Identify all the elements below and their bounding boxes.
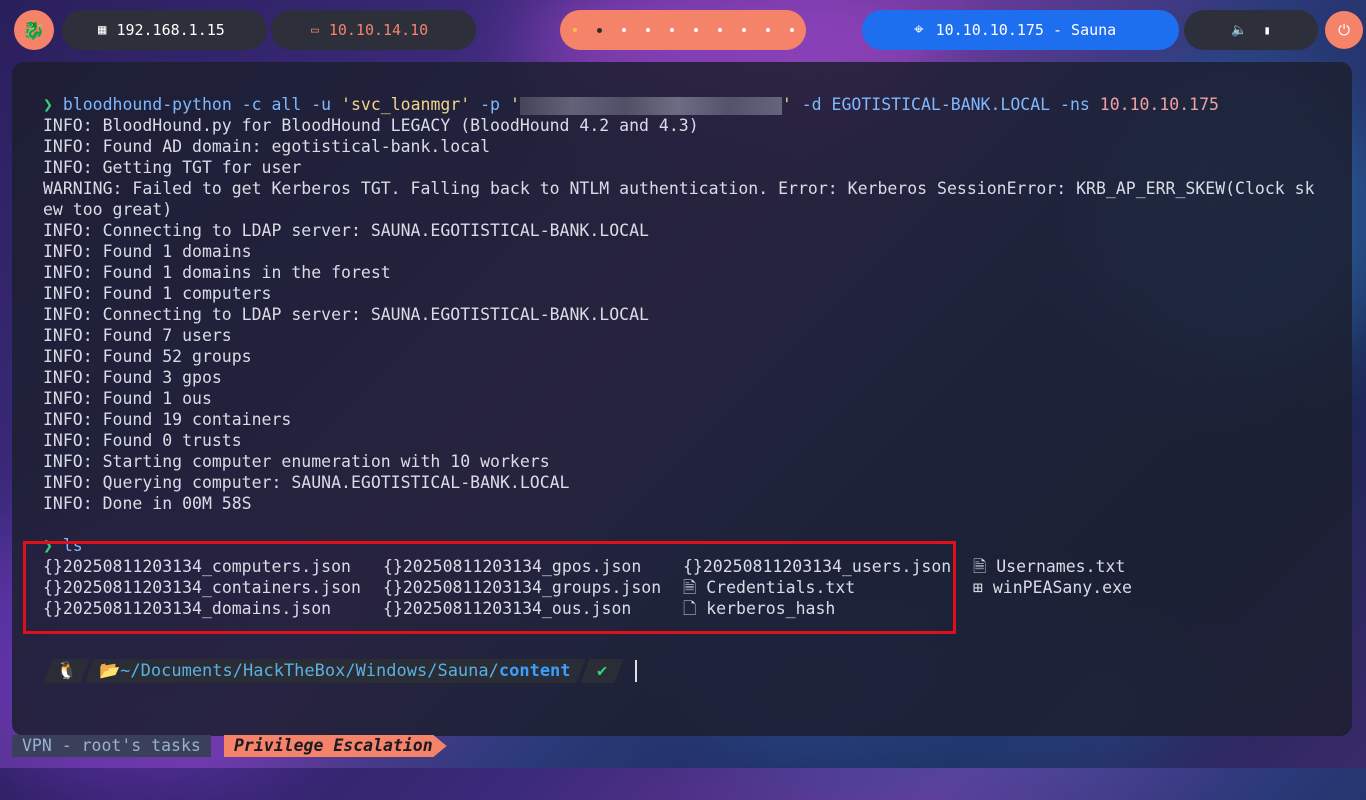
output-line: INFO: Found 1 domains bbox=[43, 242, 252, 261]
output-line: INFO: Found 0 trusts bbox=[43, 431, 242, 450]
command-line: ❯ bloodhound-python -c all -u 'svc_loanm… bbox=[43, 94, 1219, 115]
path-text: 📂~/Documents/HackTheBox/Windows/Sauna/co… bbox=[99, 661, 571, 681]
file-name: Usernames.txt bbox=[996, 557, 1126, 576]
power-icon: ⏻ bbox=[1338, 21, 1350, 39]
password-quote: ' bbox=[781, 95, 792, 114]
status-segment: ✔ bbox=[580, 659, 624, 683]
output-line: INFO: BloodHound.py for BloodHound LEGAC… bbox=[43, 116, 699, 135]
top-panel: 🐉 ▦ 192.168.1.15 ▭ 10.10.14.10 ⌖ 10.10.1… bbox=[0, 0, 1366, 62]
folder-icon: 📂 bbox=[99, 661, 121, 681]
file-entry: ⊞ winPEASany.exe bbox=[973, 577, 1132, 598]
shell-prompt: 🐧 📂~/Documents/HackTheBox/Windows/Sauna/… bbox=[43, 659, 637, 683]
workspace-6-dot[interactable] bbox=[693, 28, 698, 32]
workspace-5-dot[interactable] bbox=[669, 28, 674, 32]
vpn-ip-pill[interactable]: ▭ 10.10.14.10 bbox=[271, 10, 476, 50]
tmux-active-window[interactable]: Privilege Escalation bbox=[224, 735, 447, 757]
volume-icon[interactable]: 🔈 bbox=[1231, 23, 1247, 38]
output-line: WARNING: Failed to get Kerberos TGT. Fal… bbox=[43, 179, 1315, 198]
path-prefix: ~/Documents/HackTheBox/Windows/Sauna/ bbox=[120, 661, 500, 681]
command-args: -p bbox=[470, 95, 510, 114]
command-args: -c all -u bbox=[231, 95, 342, 114]
ethernet-icon: ▦ bbox=[98, 22, 107, 38]
tmux-session-label: VPN - root's tasks bbox=[12, 735, 211, 757]
redacted-password bbox=[519, 96, 782, 115]
password-quote: ' bbox=[509, 95, 520, 114]
workspace-10-dot[interactable] bbox=[789, 28, 794, 32]
workspace-4-dot[interactable] bbox=[645, 28, 650, 32]
workspace-1-dot[interactable] bbox=[572, 28, 577, 32]
output-line: INFO: Querying computer: SAUNA.EGOTISTIC… bbox=[43, 473, 570, 492]
command-args: -d EGOTISTICAL-BANK.LOCAL -ns bbox=[791, 95, 1100, 114]
workspace-8-dot[interactable] bbox=[741, 28, 746, 32]
output-line: INFO: Found 52 groups bbox=[43, 347, 252, 366]
highlight-box bbox=[23, 541, 956, 634]
text-cursor[interactable] bbox=[634, 660, 637, 682]
linux-penguin-icon: 🐧 bbox=[56, 661, 78, 681]
text-file-icon: 🗎 bbox=[973, 557, 997, 576]
command-program: bloodhound-python bbox=[62, 95, 232, 114]
host-ip-pill[interactable]: ▦ 192.168.1.15 bbox=[62, 10, 267, 50]
windows-icon: ⊞ bbox=[973, 578, 993, 597]
command-user-arg: 'svc_loanmgr' bbox=[341, 95, 471, 114]
path-current: content bbox=[499, 661, 571, 681]
output-line: INFO: Found 1 computers bbox=[43, 284, 272, 303]
output-line: INFO: Found 1 ous bbox=[43, 389, 212, 408]
output-line: INFO: Found 3 gpos bbox=[43, 368, 222, 387]
terminal-window[interactable]: ❯ bloodhound-python -c all -u 'svc_loanm… bbox=[12, 62, 1352, 736]
output-line: INFO: Getting TGT for user bbox=[43, 158, 302, 177]
workspace-9-dot[interactable] bbox=[765, 28, 770, 32]
host-ip-label: 192.168.1.15 bbox=[116, 21, 225, 39]
laptop-icon: ▭ bbox=[311, 22, 319, 38]
os-segment: 🐧 bbox=[43, 659, 90, 683]
output-line: INFO: Found AD domain: egotistical-bank.… bbox=[43, 137, 491, 156]
output-line: INFO: Found 7 users bbox=[43, 326, 232, 345]
crosshair-icon: ⌖ bbox=[914, 20, 924, 40]
path-segment: 📂~/Documents/HackTheBox/Windows/Sauna/co… bbox=[84, 659, 586, 683]
system-tray[interactable]: 🔈 ▮ bbox=[1184, 10, 1318, 50]
output-line: INFO: Found 1 domains in the forest bbox=[43, 263, 391, 282]
output-line: INFO: Connecting to LDAP server: SAUNA.E… bbox=[43, 305, 649, 324]
vpn-ip-label: 10.10.14.10 bbox=[328, 21, 429, 39]
workspace-switcher[interactable] bbox=[560, 10, 806, 50]
prompt-symbol: ❯ bbox=[43, 95, 53, 114]
file-name: winPEASany.exe bbox=[992, 578, 1132, 597]
file-entry: 🗎 Usernames.txt bbox=[973, 556, 1125, 577]
target-label: 10.10.10.175 - Sauna bbox=[935, 21, 1117, 39]
output-line: INFO: Found 19 containers bbox=[43, 410, 292, 429]
dragon-icon: 🐉 bbox=[22, 19, 46, 41]
command-ip-arg: 10.10.10.175 bbox=[1099, 95, 1219, 114]
output-line: ew too great) bbox=[43, 200, 173, 219]
status-check: ✔ bbox=[596, 661, 607, 681]
output-line: INFO: Connecting to LDAP server: SAUNA.E… bbox=[43, 221, 649, 240]
workspace-3-dot[interactable] bbox=[621, 28, 626, 32]
power-button[interactable]: ⏻ bbox=[1325, 11, 1363, 49]
battery-icon[interactable]: ▮ bbox=[1263, 23, 1270, 37]
workspace-7-dot[interactable] bbox=[717, 28, 722, 32]
output-line: INFO: Done in 00M 58S bbox=[43, 494, 252, 513]
target-pill[interactable]: ⌖ 10.10.10.175 - Sauna bbox=[862, 10, 1179, 50]
output-line: INFO: Starting computer enumeration with… bbox=[43, 452, 550, 471]
workspace-2-dot[interactable] bbox=[596, 27, 602, 33]
kali-menu-button[interactable]: 🐉 bbox=[14, 10, 54, 50]
